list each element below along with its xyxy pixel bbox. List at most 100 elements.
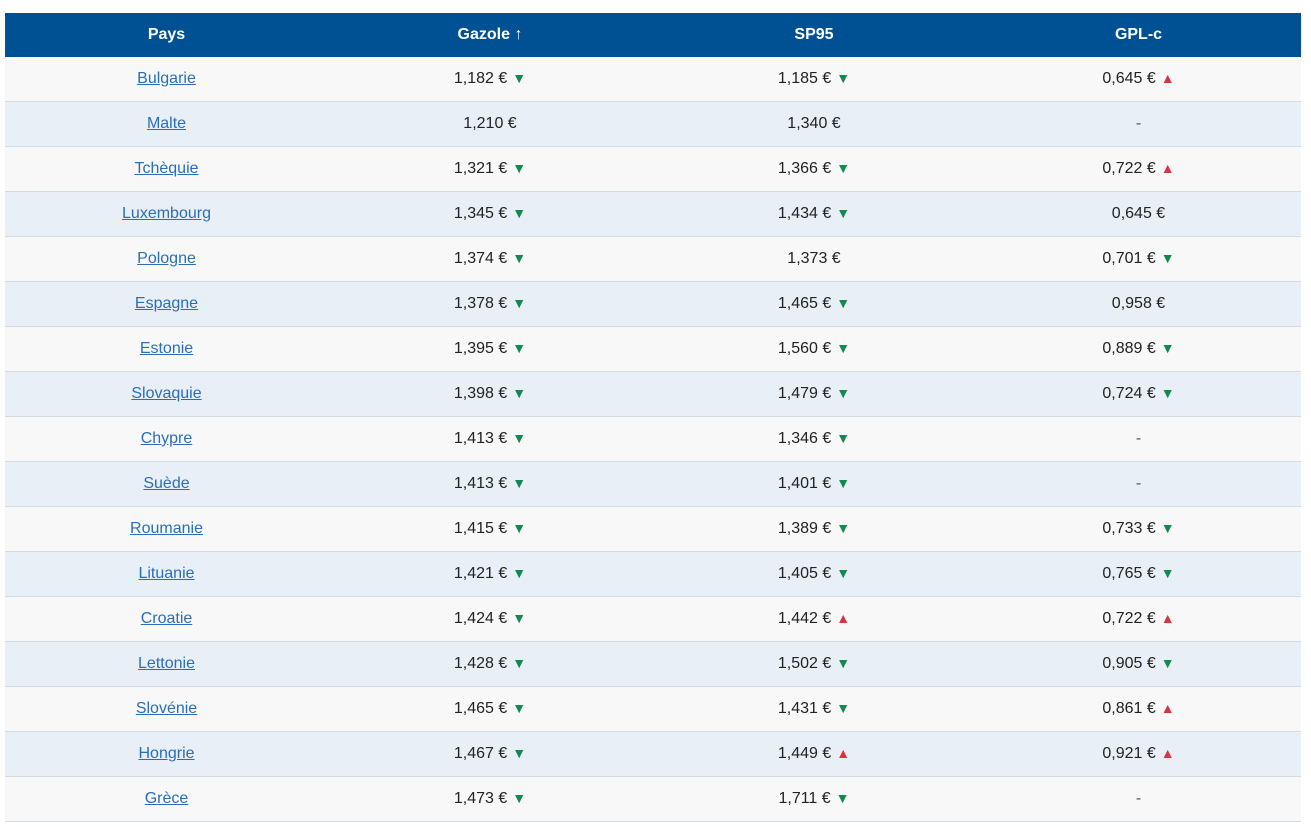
sp95-price-cell: 1,449 € ▲ [652, 731, 976, 777]
gplc-price-cell: 0,905 € ▼ [976, 641, 1301, 687]
gazole-price-cell: 1,345 € ▼ [328, 191, 652, 237]
sp95-price-cell: 1,479 € ▼ [652, 371, 976, 417]
trend-up-icon: ▲ [836, 610, 851, 626]
column-header-country[interactable]: Pays [5, 13, 328, 57]
gplc-price-cell: 0,958 € [976, 281, 1301, 327]
country-link[interactable]: Lettonie [138, 655, 195, 672]
gplc-price: - [1135, 475, 1142, 492]
country-link[interactable]: Estonie [140, 340, 193, 357]
sp95-price-cell: 1,346 € ▼ [652, 416, 976, 462]
trend-down-icon: ▼ [1160, 250, 1175, 266]
country-link[interactable]: Suède [143, 475, 189, 492]
country-cell: Luxembourg [5, 191, 328, 237]
trend-down-icon: ▼ [1160, 340, 1175, 356]
country-cell: Lituanie [5, 551, 328, 597]
sp95-price-cell: 1,711 € ▼ [652, 776, 976, 822]
gazole-price: 1,424 € [453, 610, 508, 627]
gazole-price-cell: 1,378 € ▼ [328, 281, 652, 327]
trend-down-icon: ▼ [836, 475, 851, 491]
sp95-price-cell: 1,560 € ▼ [652, 326, 976, 372]
gazole-price: 1,467 € [453, 745, 508, 762]
country-link[interactable]: Espagne [135, 295, 198, 312]
country-cell: Hongrie [5, 731, 328, 777]
gazole-price: 1,465 € [453, 700, 508, 717]
gazole-price: 1,473 € [453, 790, 508, 807]
column-header-sp95[interactable]: SP95 [652, 13, 976, 57]
gazole-price: 1,210 € [463, 115, 517, 132]
trend-up-icon: ▲ [1160, 745, 1175, 761]
gazole-price: 1,413 € [453, 430, 508, 447]
country-link[interactable]: Slovénie [136, 700, 197, 717]
trend-down-icon: ▼ [835, 790, 850, 806]
sp95-price-cell: 1,465 € ▼ [652, 281, 976, 327]
table-row: Hongrie 1,467 € ▼ 1,449 € ▲ 0,921 € ▲ [5, 731, 1301, 777]
sp95-price: 1,405 € [777, 565, 832, 582]
sp95-price: 1,502 € [777, 655, 832, 672]
gplc-price-cell: 0,889 € ▼ [976, 326, 1301, 372]
country-link[interactable]: Grèce [145, 790, 189, 807]
sp95-price: 1,465 € [777, 295, 832, 312]
sp95-price-cell: 1,431 € ▼ [652, 686, 976, 732]
gazole-price: 1,421 € [453, 565, 508, 582]
trend-down-icon: ▼ [512, 655, 527, 671]
gplc-price-cell: 0,722 € ▲ [976, 596, 1301, 642]
gazole-price-cell: 1,428 € ▼ [328, 641, 652, 687]
trend-down-icon: ▼ [512, 475, 527, 491]
trend-down-icon: ▼ [836, 655, 851, 671]
sp95-price-cell: 1,434 € ▼ [652, 191, 976, 237]
country-cell: Grèce [5, 776, 328, 822]
gplc-price-cell: 0,861 € ▲ [976, 686, 1301, 732]
country-link[interactable]: Lituanie [138, 565, 194, 582]
country-link[interactable]: Hongrie [138, 745, 194, 762]
trend-up-icon: ▲ [1160, 70, 1175, 86]
country-link[interactable]: Roumanie [130, 520, 203, 537]
trend-down-icon: ▼ [836, 565, 851, 581]
trend-down-icon: ▼ [1160, 565, 1175, 581]
gplc-price: 0,905 € [1102, 655, 1156, 672]
trend-down-icon: ▼ [512, 205, 527, 221]
trend-down-icon: ▼ [512, 745, 527, 761]
gazole-price: 1,378 € [453, 295, 508, 312]
trend-up-icon: ▲ [1160, 610, 1175, 626]
fuel-price-table: Pays Gazole ↑ SP95 GPL-c Bulgarie 1,182 €… [5, 13, 1301, 822]
gazole-price-cell: 1,398 € ▼ [328, 371, 652, 417]
sp95-price-cell: 1,442 € ▲ [652, 596, 976, 642]
gplc-price-cell: - [976, 461, 1301, 507]
trend-down-icon: ▼ [512, 385, 527, 401]
country-link[interactable]: Croatie [141, 610, 193, 627]
table-row: Bulgarie 1,182 € ▼ 1,185 € ▼ 0,645 € ▲ [5, 57, 1301, 102]
sp95-price: 1,442 € [777, 610, 832, 627]
gazole-price-cell: 1,374 € ▼ [328, 236, 652, 282]
sp95-price: 1,434 € [777, 205, 832, 222]
country-link[interactable]: Chypre [141, 430, 193, 447]
gplc-price-cell: - [976, 101, 1301, 147]
gazole-price-cell: 1,395 € ▼ [328, 326, 652, 372]
sp95-price: 1,185 € [777, 70, 832, 87]
sp95-price-cell: 1,185 € ▼ [652, 57, 976, 102]
country-link[interactable]: Bulgarie [137, 70, 196, 87]
gazole-price: 1,428 € [453, 655, 508, 672]
trend-down-icon: ▼ [836, 700, 851, 716]
gazole-price: 1,374 € [453, 250, 508, 267]
country-link[interactable]: Tchèquie [134, 160, 198, 177]
gazole-price: 1,395 € [453, 340, 508, 357]
country-cell: Chypre [5, 416, 328, 462]
country-cell: Estonie [5, 326, 328, 372]
trend-down-icon: ▼ [512, 430, 527, 446]
column-header-gazole[interactable]: Gazole ↑ [328, 13, 652, 57]
country-link[interactable]: Slovaquie [131, 385, 201, 402]
table-row: Espagne 1,378 € ▼ 1,465 € ▼ 0,958 € [5, 281, 1301, 327]
country-link[interactable]: Pologne [137, 250, 196, 267]
sp95-price-cell: 1,366 € ▼ [652, 146, 976, 192]
gplc-price-cell: 0,645 € ▲ [976, 57, 1301, 102]
column-header-gplc[interactable]: GPL-c [976, 13, 1301, 57]
trend-down-icon: ▼ [836, 160, 851, 176]
trend-down-icon: ▼ [512, 790, 527, 806]
sp95-price-cell: 1,373 € [652, 236, 976, 282]
table-row: Slovaquie 1,398 € ▼ 1,479 € ▼ 0,724 € ▼ [5, 371, 1301, 417]
country-link[interactable]: Luxembourg [122, 205, 211, 222]
sp95-price: 1,366 € [777, 160, 832, 177]
table-row: Lituanie 1,421 € ▼ 1,405 € ▼ 0,765 € ▼ [5, 551, 1301, 597]
country-link[interactable]: Malte [147, 115, 186, 132]
table-row: Malte 1,210 € 1,340 € - [5, 101, 1301, 147]
